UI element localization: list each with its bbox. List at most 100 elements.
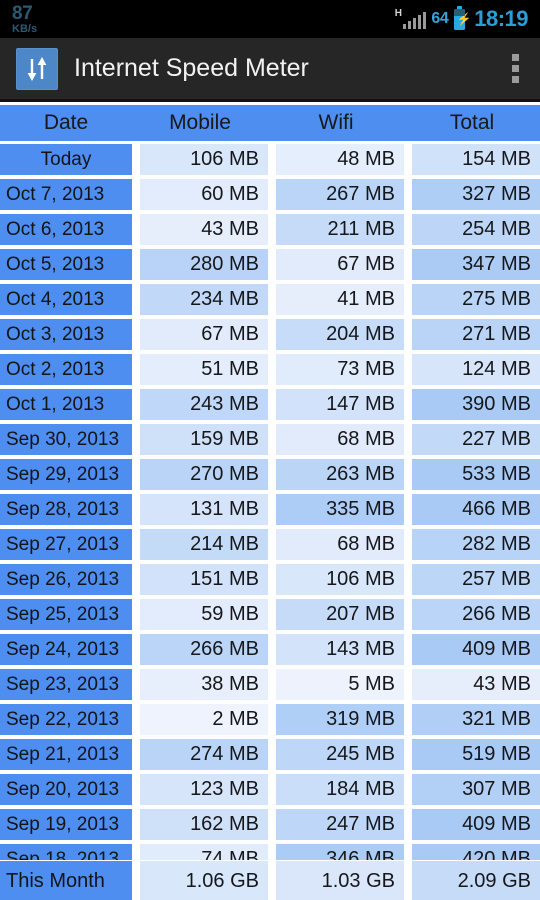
- table-row[interactable]: Sep 30, 2013 159 MB 68 MB 227 MB: [0, 421, 540, 456]
- table-row[interactable]: Oct 1, 2013 243 MB 147 MB 390 MB: [0, 386, 540, 421]
- table-row[interactable]: Oct 4, 2013 234 MB 41 MB 275 MB: [0, 281, 540, 316]
- table-row[interactable]: Today 106 MB 48 MB 154 MB: [0, 141, 540, 176]
- column-header-mobile[interactable]: Mobile: [132, 111, 268, 135]
- cell-mobile: 2 MB: [140, 704, 268, 735]
- signal-strength-icon: H: [395, 9, 427, 29]
- table-row[interactable]: Sep 25, 2013 59 MB 207 MB 266 MB: [0, 596, 540, 631]
- cell-date: Oct 1, 2013: [0, 389, 132, 420]
- cell-total: 327 MB: [412, 179, 540, 210]
- cell-wifi: 247 MB: [276, 809, 404, 840]
- summary-mobile-value: 1.06 GB: [140, 861, 268, 900]
- cell-date: Sep 25, 2013: [0, 599, 132, 630]
- cell-wifi: 263 MB: [276, 459, 404, 490]
- cell-date: Sep 29, 2013: [0, 459, 132, 490]
- cell-date: Sep 24, 2013: [0, 634, 132, 665]
- cell-date: Oct 7, 2013: [0, 179, 132, 210]
- this-month-summary-row[interactable]: This Month 1.06 GB 1.03 GB 2.09 GB: [0, 860, 540, 900]
- cell-mobile: 280 MB: [140, 249, 268, 280]
- cell-mobile: 214 MB: [140, 529, 268, 560]
- cell-total: 271 MB: [412, 319, 540, 350]
- table-row[interactable]: Sep 29, 2013 270 MB 263 MB 533 MB: [0, 456, 540, 491]
- cell-date: Sep 22, 2013: [0, 704, 132, 735]
- cell-total: 533 MB: [412, 459, 540, 490]
- app-root: 87 KB/s H 64 ⚡ 18:19 Internet Speed Mete…: [0, 0, 540, 900]
- column-header-wifi[interactable]: Wifi: [268, 111, 404, 135]
- cell-mobile: 162 MB: [140, 809, 268, 840]
- table-row[interactable]: Sep 23, 2013 38 MB 5 MB 43 MB: [0, 666, 540, 701]
- table-row[interactable]: Oct 5, 2013 280 MB 67 MB 347 MB: [0, 246, 540, 281]
- cell-mobile: 266 MB: [140, 634, 268, 665]
- cell-mobile: 243 MB: [140, 389, 268, 420]
- cell-date: Sep 30, 2013: [0, 424, 132, 455]
- cell-wifi: 5 MB: [276, 669, 404, 700]
- cell-wifi: 67 MB: [276, 249, 404, 280]
- cell-wifi: 245 MB: [276, 739, 404, 770]
- cell-mobile: 274 MB: [140, 739, 268, 770]
- table-header-row: Date Mobile Wifi Total: [0, 105, 540, 141]
- column-header-date[interactable]: Date: [0, 111, 132, 135]
- table-row[interactable]: Oct 6, 2013 43 MB 211 MB 254 MB: [0, 211, 540, 246]
- cell-total: 282 MB: [412, 529, 540, 560]
- cell-date: Sep 23, 2013: [0, 669, 132, 700]
- updown-arrows-icon[interactable]: [16, 47, 58, 90]
- table-row[interactable]: Sep 24, 2013 266 MB 143 MB 409 MB: [0, 631, 540, 666]
- cell-wifi: 204 MB: [276, 319, 404, 350]
- cell-total: 409 MB: [412, 634, 540, 665]
- battery-charging-icon: ⚡: [454, 5, 472, 30]
- cell-wifi: 147 MB: [276, 389, 404, 420]
- cell-total: 257 MB: [412, 564, 540, 595]
- table-row[interactable]: Oct 2, 2013 51 MB 73 MB 124 MB: [0, 351, 540, 386]
- cell-mobile: 106 MB: [140, 144, 268, 175]
- cell-date: Today: [0, 144, 132, 175]
- summary-label: This Month: [0, 861, 132, 900]
- cell-wifi: 319 MB: [276, 704, 404, 735]
- cell-date: Oct 4, 2013: [0, 284, 132, 315]
- cell-total: 409 MB: [412, 809, 540, 840]
- cell-mobile: 59 MB: [140, 599, 268, 630]
- cell-date: Oct 6, 2013: [0, 214, 132, 245]
- column-header-total[interactable]: Total: [404, 111, 540, 135]
- table-row[interactable]: Sep 21, 2013 274 MB 245 MB 519 MB: [0, 736, 540, 771]
- charging-bolt-icon: ⚡: [456, 11, 472, 26]
- usage-table: Date Mobile Wifi Total Today 106 MB 48 MB 1…: [0, 105, 540, 900]
- table-row[interactable]: Sep 19, 2013 162 MB 247 MB 409 MB: [0, 806, 540, 841]
- cell-wifi: 106 MB: [276, 564, 404, 595]
- table-row[interactable]: Sep 22, 2013 2 MB 319 MB 321 MB: [0, 701, 540, 736]
- cell-date: Sep 26, 2013: [0, 564, 132, 595]
- cell-total: 466 MB: [412, 494, 540, 525]
- cell-mobile: 60 MB: [140, 179, 268, 210]
- cell-total: 519 MB: [412, 739, 540, 770]
- table-row[interactable]: Oct 7, 2013 60 MB 267 MB 327 MB: [0, 176, 540, 211]
- cell-total: 154 MB: [412, 144, 540, 175]
- cell-mobile: 43 MB: [140, 214, 268, 245]
- table-body[interactable]: Today 106 MB 48 MB 154 MB Oct 7, 2013 60 MB 26…: [0, 141, 540, 900]
- battery-percent-label: 64: [431, 10, 449, 27]
- action-bar: Internet Speed Meter: [0, 38, 540, 102]
- table-row[interactable]: Sep 28, 2013 131 MB 335 MB 466 MB: [0, 491, 540, 526]
- page-title: Internet Speed Meter: [74, 54, 309, 82]
- table-row[interactable]: Sep 20, 2013 123 MB 184 MB 307 MB: [0, 771, 540, 806]
- network-speed-indicator: 87 KB/s: [12, 4, 37, 35]
- table-row[interactable]: Sep 26, 2013 151 MB 106 MB 257 MB: [0, 561, 540, 596]
- cell-mobile: 67 MB: [140, 319, 268, 350]
- cell-wifi: 211 MB: [276, 214, 404, 245]
- cell-wifi: 335 MB: [276, 494, 404, 525]
- cell-total: 390 MB: [412, 389, 540, 420]
- cell-date: Sep 27, 2013: [0, 529, 132, 560]
- cell-date: Sep 20, 2013: [0, 774, 132, 805]
- overflow-menu-icon[interactable]: [498, 46, 532, 92]
- cell-date: Sep 19, 2013: [0, 809, 132, 840]
- table-row[interactable]: Oct 3, 2013 67 MB 204 MB 271 MB: [0, 316, 540, 351]
- cell-mobile: 123 MB: [140, 774, 268, 805]
- table-row[interactable]: Sep 27, 2013 214 MB 68 MB 282 MB: [0, 526, 540, 561]
- summary-total-value: 2.09 GB: [412, 861, 540, 900]
- summary-wifi-value: 1.03 GB: [276, 861, 404, 900]
- clock-label: 18:19: [474, 6, 528, 31]
- network-speed-value: 87: [12, 2, 33, 24]
- cell-date: Sep 21, 2013: [0, 739, 132, 770]
- cell-total: 254 MB: [412, 214, 540, 245]
- cell-total: 43 MB: [412, 669, 540, 700]
- cell-mobile: 51 MB: [140, 354, 268, 385]
- cell-mobile: 38 MB: [140, 669, 268, 700]
- signal-bars-icon: [402, 12, 427, 29]
